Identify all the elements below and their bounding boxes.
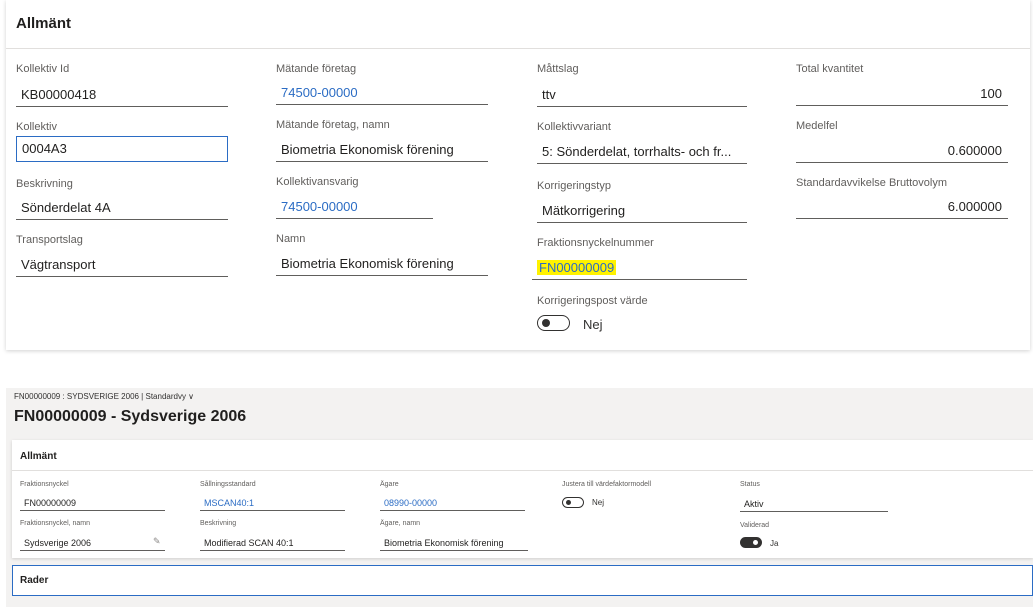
collective-id-field[interactable]: KB00000418 <box>16 83 228 107</box>
transport-field[interactable]: Vägtransport <box>16 253 228 277</box>
sorting-standard-link[interactable]: MSCAN40:1 <box>200 496 345 511</box>
owner-label: Ägare <box>380 481 399 488</box>
measuring-company-link[interactable]: 74500-00000 <box>276 81 488 105</box>
total-quantity-field[interactable]: 100 <box>796 82 1008 106</box>
pencil-icon[interactable]: ✎ <box>153 536 161 547</box>
divider <box>6 48 1030 49</box>
sorting-standard-label: Sållningsstandard <box>200 481 256 488</box>
total-quantity-label: Total kvantitet <box>796 63 864 75</box>
correction-post-value-toggle[interactable] <box>537 315 570 331</box>
collective-label: Kollektiv <box>16 121 57 133</box>
general-card: Allmänt Kollektiv Id KB00000418 Kollekti… <box>6 0 1030 350</box>
adjust-value-model-label: Justera till värdefaktormodell <box>562 481 652 488</box>
rows-section[interactable] <box>12 565 1033 596</box>
collective-variant-label: Kollektivvariant <box>537 121 611 133</box>
measuring-company-name-label: Mätande företag, namn <box>276 119 390 131</box>
status-field[interactable]: Aktiv <box>740 497 888 512</box>
divider <box>12 470 1033 471</box>
fraction-section-title[interactable]: Allmänt <box>20 451 57 462</box>
fraction-key-name-field[interactable]: Sydsverige 2006 <box>20 536 165 551</box>
collective-responsible-link[interactable]: 74500-00000 <box>276 195 433 219</box>
toggle-knob <box>566 500 571 505</box>
name-label: Namn <box>276 233 306 245</box>
owner-link[interactable]: 08990-00000 <box>380 496 525 511</box>
toggle-knob <box>753 540 758 545</box>
measure-type-field[interactable]: ttv <box>537 83 747 107</box>
measuring-company-name-field[interactable]: Biometria Ekonomisk förening <box>276 138 488 162</box>
validated-text: Ja <box>770 539 779 548</box>
correction-post-value-text: Nej <box>583 317 603 332</box>
fraction-key-number-link[interactable]: FN00000009 <box>537 260 617 275</box>
transport-label: Transportslag <box>16 234 83 246</box>
page-title: FN00000009 - Sydsverige 2006 <box>14 408 247 425</box>
collective-input[interactable]: 0004A3 <box>16 136 228 162</box>
description-field[interactable]: Sönderdelat 4A <box>16 196 228 220</box>
validated-toggle[interactable] <box>740 537 762 548</box>
fraction-key-number-label: Fraktionsnyckelnummer <box>537 237 654 249</box>
collective-responsible-label: Kollektivansvarig <box>276 176 359 188</box>
breadcrumb[interactable]: FN00000009 : SYDSVERIGE 2006 | Standardv… <box>14 392 194 401</box>
correction-type-field[interactable]: Mätkorrigering <box>537 199 747 223</box>
fraction-key-number-field[interactable]: FN00000009 <box>532 256 747 280</box>
adjust-value-model-text: Nej <box>592 498 605 507</box>
fraction-key-field[interactable]: FN00000009 <box>20 496 165 511</box>
adjust-value-model-toggle[interactable] <box>562 497 584 508</box>
fraction-description-field[interactable]: Modifierad SCAN 40:1 <box>200 536 345 551</box>
description-label: Beskrivning <box>16 178 73 190</box>
collective-id-label: Kollektiv Id <box>16 63 70 75</box>
fraction-key-name-label: Fraktionsnyckel, namn <box>20 520 91 527</box>
rows-section-title[interactable]: Rader <box>20 575 48 586</box>
owner-name-label: Ägare, namn <box>380 520 421 527</box>
owner-name-field[interactable]: Biometria Ekonomisk förening <box>380 536 528 551</box>
correction-type-label: Korrigeringstyp <box>537 180 611 192</box>
collective-variant-field[interactable]: 5: Sönderdelat, torrhalts- och fr... <box>537 140 747 164</box>
status-label: Status <box>740 481 760 488</box>
fraction-key-label: Fraktionsnyckel <box>20 481 69 488</box>
mean-error-field[interactable]: 0.600000 <box>796 139 1008 163</box>
std-dev-label: Standardavvikelse Bruttovolym <box>796 177 948 189</box>
measuring-company-label: Mätande företag <box>276 63 357 75</box>
fraction-description-label: Beskrivning <box>200 520 237 527</box>
section-title-general: Allmänt <box>16 15 72 32</box>
std-dev-field[interactable]: 6.000000 <box>796 195 1008 219</box>
correction-post-value-label: Korrigeringspost värde <box>537 295 648 307</box>
measure-type-label: Måttslag <box>537 63 579 75</box>
validated-label: Validerad <box>740 522 770 529</box>
name-field[interactable]: Biometria Ekonomisk förening <box>276 252 488 276</box>
toggle-knob <box>542 319 550 327</box>
mean-error-label: Medelfel <box>796 120 838 132</box>
